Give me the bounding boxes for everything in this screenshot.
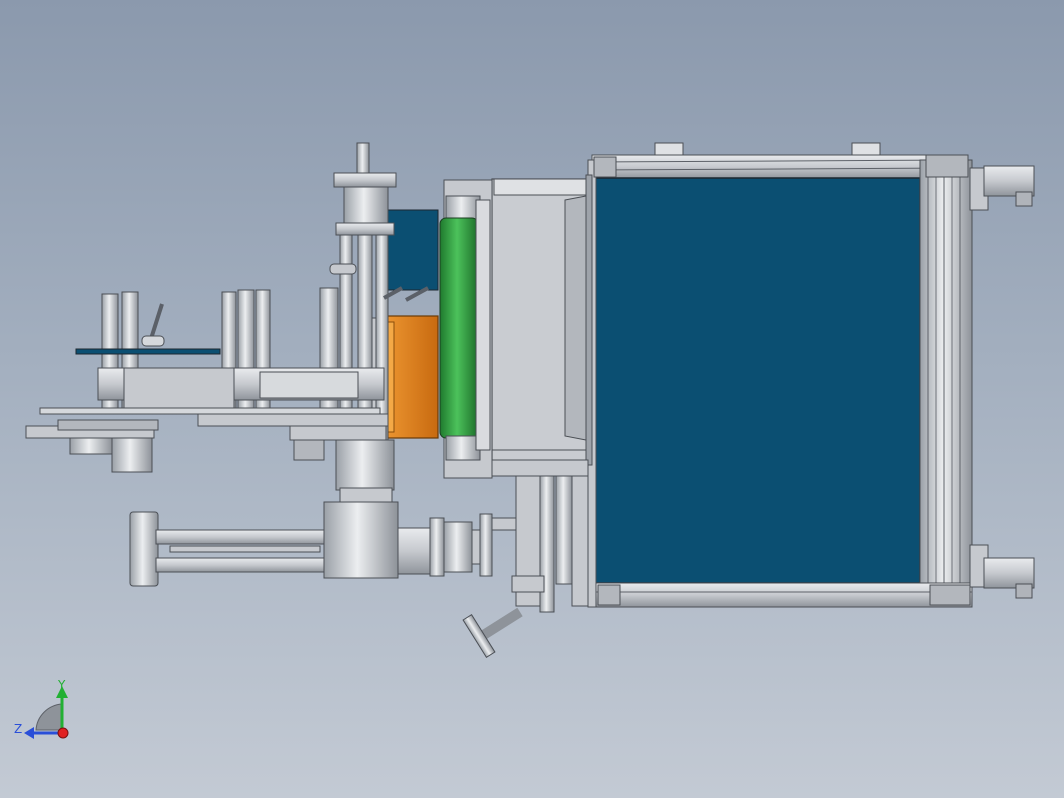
cad-viewport[interactable]: Y Z (0, 0, 1064, 798)
handwheel[interactable] (462, 607, 523, 658)
green-roller[interactable] (439, 179, 493, 479)
mount-foot-bottom (969, 544, 1035, 599)
linear-cylinder[interactable] (129, 501, 521, 587)
axis-z-label: Z (14, 722, 23, 736)
coordinate-triad-icon[interactable] (24, 686, 69, 739)
axis-y-label: Y (58, 678, 66, 692)
blue-panel (593, 177, 921, 584)
grey-housing[interactable] (491, 174, 593, 466)
vertical-shaft-assembly[interactable] (329, 142, 397, 503)
cad-model-canvas (24, 142, 1035, 739)
adjustment-bracket[interactable] (491, 459, 589, 613)
mount-foot-top (969, 165, 1035, 211)
blue-panel-frame[interactable] (587, 142, 1035, 608)
